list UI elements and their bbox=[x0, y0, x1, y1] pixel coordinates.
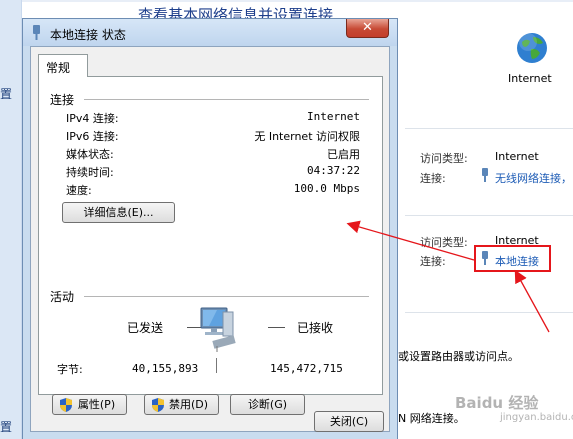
received-bytes-value: 145,472,715 bbox=[270, 362, 343, 375]
access-type-value: Internet bbox=[495, 150, 539, 163]
dialog-titlebar[interactable]: 本地连接 状态 ✕ bbox=[23, 19, 397, 46]
background-left-label[interactable]: 置 bbox=[0, 85, 12, 102]
background-left-label-2[interactable]: 置 bbox=[0, 418, 12, 435]
duration-label: 持续时间: bbox=[66, 166, 114, 179]
group-divider bbox=[84, 99, 369, 100]
background-separator bbox=[405, 215, 573, 216]
properties-button[interactable]: 属性(P) bbox=[52, 394, 127, 415]
tab-general[interactable]: 常规 bbox=[38, 54, 88, 77]
media-state-value: 已启用 bbox=[327, 148, 360, 161]
background-separator bbox=[405, 128, 573, 129]
wireless-plug-icon bbox=[482, 168, 488, 182]
ipv4-value: Internet bbox=[307, 110, 360, 123]
speed-label: 速度: bbox=[66, 184, 92, 197]
baidu-watermark-url: jingyan.baidu.com bbox=[500, 412, 573, 423]
highlight-box bbox=[474, 245, 551, 272]
sent-bytes-value: 40,155,893 bbox=[132, 362, 199, 375]
received-label: 已接收 bbox=[297, 321, 334, 335]
uac-shield-icon bbox=[152, 398, 164, 412]
background-separator bbox=[405, 312, 573, 313]
sent-label: 已发送 bbox=[127, 321, 164, 335]
ipv4-label: IPv4 连接: bbox=[66, 112, 119, 125]
network-computer-icon bbox=[200, 307, 236, 352]
activity-group-label: 活动 bbox=[50, 290, 75, 304]
dialog-title: 本地连接 状态 bbox=[50, 28, 126, 42]
received-dash bbox=[268, 327, 285, 328]
wireless-connection-link[interactable]: 无线网络连接， bbox=[495, 170, 572, 186]
diagnose-button[interactable]: 诊断(G) bbox=[230, 394, 305, 415]
disable-button[interactable]: 禁用(D) bbox=[144, 394, 219, 415]
connection-label: 连接: bbox=[420, 172, 446, 185]
details-button[interactable]: 详细信息(E)... bbox=[62, 202, 175, 223]
group-divider bbox=[84, 296, 369, 297]
background-left-pane bbox=[0, 0, 22, 439]
close-button[interactable]: 关闭(C) bbox=[314, 411, 384, 432]
access-type-label: 访问类型: bbox=[420, 152, 468, 165]
speed-value: 100.0 Mbps bbox=[293, 182, 360, 195]
internet-label: Internet bbox=[508, 72, 552, 85]
network-plug-icon bbox=[33, 25, 40, 40]
uac-shield-icon bbox=[60, 398, 72, 412]
dialog-client-area: 常规 连接 IPv4 连接: Internet IPv6 连接: 无 Inter… bbox=[30, 46, 390, 432]
close-icon[interactable]: ✕ bbox=[346, 19, 389, 38]
general-tab-panel: 连接 IPv4 连接: Internet IPv6 连接: 无 Internet… bbox=[38, 76, 383, 415]
baidu-watermark: Baidu 经验 bbox=[455, 394, 539, 412]
connection-group-label: 连接 bbox=[50, 93, 75, 107]
duration-value: 04:37:22 bbox=[307, 164, 360, 177]
connection-label: 连接: bbox=[420, 255, 446, 268]
local-connection-status-dialog: 本地连接 状态 ✕ 常规 连接 IPv4 连接: Internet IPv6 连… bbox=[22, 18, 398, 439]
ipv6-label: IPv6 连接: bbox=[66, 130, 119, 143]
access-type-label: 访问类型: bbox=[420, 236, 468, 249]
bytes-label: 字节: bbox=[57, 363, 83, 376]
activity-divider bbox=[216, 358, 217, 373]
background-bottom-text: 或设置路由器或访问点。 bbox=[398, 350, 519, 363]
internet-globe-icon bbox=[517, 33, 547, 63]
media-state-label: 媒体状态: bbox=[66, 148, 114, 161]
background-top-bar bbox=[22, 0, 573, 2]
ipv6-value: 无 Internet 访问权限 bbox=[254, 130, 360, 143]
